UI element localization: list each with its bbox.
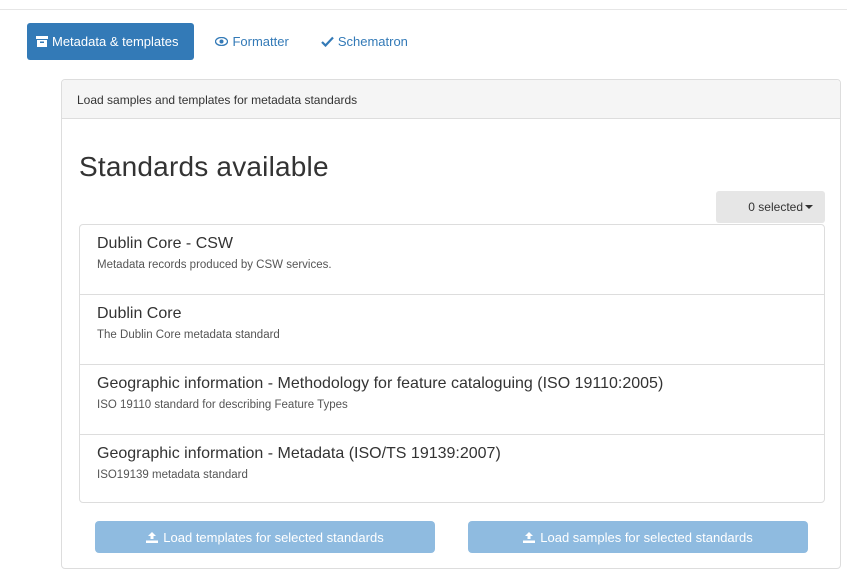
tab-schematron[interactable]: Schematron xyxy=(300,23,408,60)
caret-down-icon xyxy=(805,205,813,209)
tab-label: Schematron xyxy=(337,34,408,49)
eye-icon xyxy=(215,37,229,46)
upload-icon xyxy=(523,531,536,543)
list-item[interactable]: Geographic information - Methodology for… xyxy=(80,365,824,435)
standard-description: Metadata records produced by CSW service… xyxy=(97,259,332,271)
standard-name: Geographic information - Metadata (ISO/T… xyxy=(97,445,501,462)
standard-name: Dublin Core - CSW xyxy=(97,235,234,252)
standard-description: ISO 19110 standard for describing Featur… xyxy=(97,399,348,411)
selected-count: 0 selected xyxy=(748,200,803,214)
tab-label: Metadata & templates xyxy=(52,34,179,49)
load-samples-button[interactable]: Load samples for selected standards xyxy=(468,521,808,553)
list-item[interactable]: Dublin Core The Dublin Core metadata sta… xyxy=(80,295,824,365)
list-item[interactable]: Geographic information - Metadata (ISO/T… xyxy=(80,435,824,502)
standard-description: ISO19139 metadata standard xyxy=(97,469,248,481)
button-label: Load samples for selected standards xyxy=(540,529,753,545)
selection-dropdown[interactable]: 0 selected xyxy=(716,191,825,223)
standards-list: Dublin Core - CSW Metadata records produ… xyxy=(79,224,825,503)
standard-name: Geographic information - Methodology for… xyxy=(97,375,664,392)
upload-icon xyxy=(146,531,159,543)
admin-tabs: Metadata & templates Formatter Schematro… xyxy=(27,23,419,60)
load-templates-button[interactable]: Load templates for selected standards xyxy=(95,521,435,553)
panel-heading: Load samples and templates for metadata … xyxy=(62,80,840,119)
standard-name: Dublin Core xyxy=(97,305,182,322)
button-label: Load templates for selected standards xyxy=(163,529,384,545)
archive-icon xyxy=(36,36,48,47)
tab-metadata-templates[interactable]: Metadata & templates xyxy=(27,23,195,60)
tab-formatter[interactable]: Formatter xyxy=(194,23,289,60)
list-item[interactable]: Dublin Core - CSW Metadata records produ… xyxy=(80,225,824,295)
standards-panel: Load samples and templates for metadata … xyxy=(61,79,841,569)
check-icon xyxy=(321,36,334,47)
top-divider xyxy=(0,9,847,10)
page-title: Standards available xyxy=(79,151,329,182)
standard-description: The Dublin Core metadata standard xyxy=(97,329,280,341)
tab-label: Formatter xyxy=(232,34,289,49)
